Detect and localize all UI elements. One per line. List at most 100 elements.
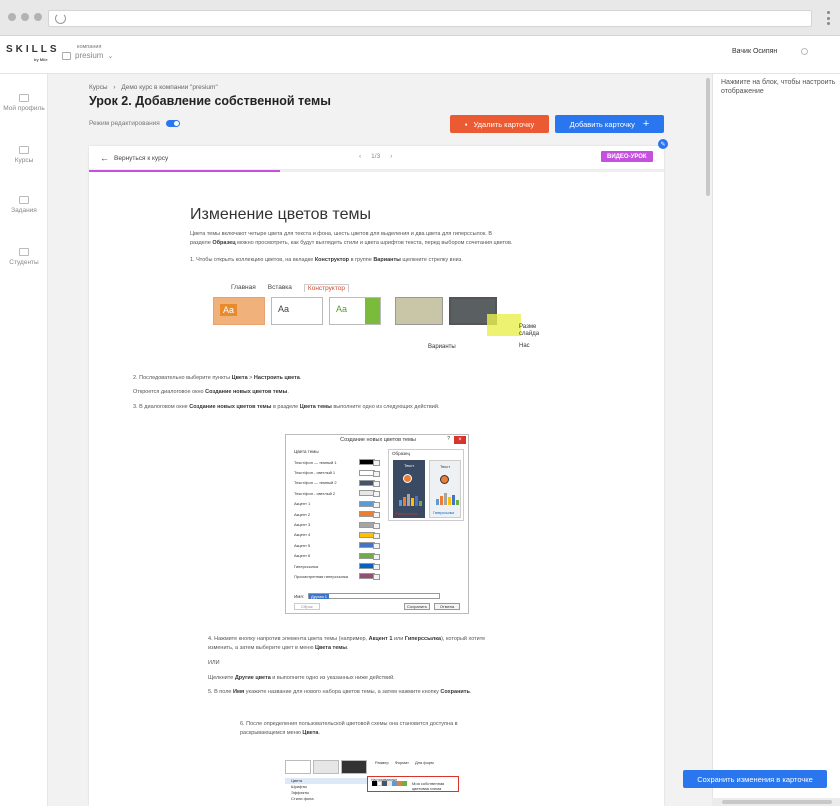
theme-color-row: Акцент 4 [294, 530, 382, 540]
page-title: Урок 2. Добавление собственной темы [89, 94, 331, 108]
logo[interactable]: SKILLS by Mile [6, 44, 60, 62]
close-window-icon[interactable] [8, 13, 16, 21]
theme-color-label: Акцент 5 [294, 542, 311, 548]
dialog-reset-button: Сброс [294, 603, 320, 610]
edit-mode-toggle[interactable] [165, 120, 180, 127]
theme-colors-dialog-screenshot: Создание новых цветов темы ? × Цвета тем… [285, 434, 469, 614]
theme-color-swatch [359, 511, 380, 519]
theme-color-swatch [359, 479, 380, 487]
delete-card-label: Удалить карточку [473, 119, 535, 129]
theme-thumbnails: Aa Aa Aa [213, 297, 381, 325]
add-card-label: Добавить карточку [569, 119, 635, 129]
breadcrumb-separator: › [113, 84, 116, 91]
sidebar-item-label: Курсы [14, 157, 34, 164]
settings-panel: Нажмите на блок, чтобы настроить отображ… [712, 74, 840, 806]
company-label: компания [77, 44, 102, 50]
next-card-icon[interactable]: › [390, 153, 392, 160]
menu-fig-list: Цвета Шрифты Эффекты Стили фона [285, 778, 367, 802]
breadcrumb-current[interactable]: Демо курс в компании "presium" [121, 84, 217, 91]
company-selector[interactable]: компания presium ⌄ [62, 44, 113, 60]
theme-color-row: Акцент 5 [294, 540, 382, 550]
ribbon-tab-design: Конструктор [303, 284, 349, 292]
sidebar-item-courses[interactable]: Курсы [0, 146, 48, 164]
step-5: 5. В поле Имя укажите название для новог… [208, 689, 472, 695]
ribbon-screenshot: Главная Вставка Конструктор Aa Aa Aa Раз… [213, 284, 539, 354]
sidebar-item-tasks[interactable]: Задания [0, 196, 48, 214]
ribbon-tab-home: Главная [231, 284, 256, 291]
theme-color-swatch [359, 469, 380, 477]
reload-icon[interactable] [55, 13, 66, 24]
sample-dark: Текст Гиперссылка [393, 460, 425, 518]
panel-scrollbar-thumb[interactable] [722, 800, 832, 804]
edit-pencil-icon[interactable]: ✎ [658, 139, 668, 149]
add-card-button[interactable]: Добавить карточку + [555, 115, 664, 133]
close-icon: × [454, 436, 466, 444]
main-scrollbar[interactable] [704, 74, 712, 800]
back-to-course-link[interactable]: ← Вернуться к курсу [100, 153, 168, 163]
theme-color-row: Текст/фон - светлый 2 [294, 488, 382, 498]
theme-color-label: Текст/фон — темный 1 [294, 459, 337, 465]
sidebar-item-students[interactable]: Студенты [0, 248, 48, 266]
theme-color-swatch [359, 521, 380, 529]
step-2-note: Откроется диалоговое окно Создание новых… [133, 389, 289, 395]
card-header: ← Вернуться к курсу ‹ 1/3 › ВИДЕО-УРОК [89, 146, 664, 170]
theme-thumbnail: Aa [271, 297, 323, 325]
step-4: 4. Нажмите кнопку напротив элемента цвет… [208, 636, 486, 651]
company-name: presium [75, 51, 104, 60]
card-pager: ‹ 1/3 › [359, 153, 392, 160]
theme-color-label: Акцент 6 [294, 553, 311, 559]
sidebar-item-label: Задания [11, 207, 37, 214]
slide-size-label: Разме слайда Нас [519, 324, 540, 350]
variants-group-label: Варианты [428, 344, 456, 350]
theme-color-row: Текст/фон — темный 1 [294, 457, 382, 467]
browser-menu-icon[interactable] [827, 11, 830, 25]
theme-color-label: Акцент 1 [294, 501, 311, 507]
theme-color-swatch [359, 542, 380, 550]
colors-menu-screenshot: Размер Формат Для форм Цвета Шрифты Эффект… [285, 760, 469, 806]
theme-thumbnail: Aa [329, 297, 381, 325]
plus-icon: + [642, 118, 650, 130]
pager-text: 1/3 [371, 153, 381, 160]
theme-color-label: Акцент 4 [294, 532, 311, 538]
sample-shape [403, 474, 412, 483]
arrow-left-icon: ← [100, 153, 109, 163]
panel-scrollbar[interactable] [712, 798, 840, 806]
theme-color-swatch [359, 552, 380, 560]
lesson-card[interactable]: ← Вернуться к курсу ‹ 1/3 › ВИДЕО-УРОК И… [89, 146, 664, 806]
user-name[interactable]: Вачик Осипян [732, 48, 777, 55]
theme-color-label: Просмотренная гиперссылка [294, 573, 348, 579]
browser-chrome [0, 0, 840, 36]
other-colors-text: Щелкните Другие цвета и выполните одно и… [208, 675, 395, 681]
sidebar: Мой профиль Курсы Задания Студенты [0, 74, 48, 806]
delete-card-button[interactable]: ▪ Удалить карточку [450, 115, 549, 133]
breadcrumb-root[interactable]: Курсы [89, 84, 108, 91]
dialog-name-field: Имя: Другая 1 [294, 593, 441, 599]
main-scrollbar-thumb[interactable] [706, 78, 710, 196]
dialog-cancel-button: Отмена [434, 603, 460, 610]
ribbon-tabs: Главная Вставка Конструктор [231, 284, 349, 292]
or-text: ИЛИ [208, 660, 220, 666]
prev-card-icon[interactable]: ‹ [359, 153, 361, 160]
save-card-button[interactable]: Сохранить изменения в карточке [683, 770, 827, 788]
address-bar[interactable] [48, 10, 812, 27]
ribbon-tab-insert: Вставка [267, 284, 292, 291]
panel-hint: Нажмите на блок, чтобы настроить отображ… [721, 79, 836, 96]
menu-fig-thumbs [285, 760, 367, 774]
sample-preview: Образец Текст Гиперссылка Текст Гиперссы… [388, 449, 464, 521]
logout-icon[interactable] [801, 48, 808, 55]
variant-thumbnails [395, 297, 497, 325]
minimize-window-icon[interactable] [21, 13, 29, 21]
help-icon: ? [447, 436, 450, 442]
theme-color-label: Акцент 2 [294, 511, 311, 517]
theme-color-row: Акцент 2 [294, 509, 382, 519]
theme-color-row: Акцент 3 [294, 519, 382, 529]
step-1: 1. Чтобы открыть коллекцию цветов, на вк… [190, 257, 463, 263]
theme-color-row: Просмотренная гиперссылка [294, 571, 382, 581]
theme-color-row: Текст/фон — темный 2 [294, 478, 382, 488]
window-controls [8, 13, 42, 21]
edit-mode: Режим редактирования [89, 120, 180, 127]
intro-line-2: разделе Образец можно просмотреть, как б… [190, 239, 513, 246]
maximize-window-icon[interactable] [34, 13, 42, 21]
menu-fig-popup: Настраиваемые Моя собственная цветовая с… [367, 776, 459, 792]
sidebar-item-profile[interactable]: Мой профиль [0, 94, 48, 112]
